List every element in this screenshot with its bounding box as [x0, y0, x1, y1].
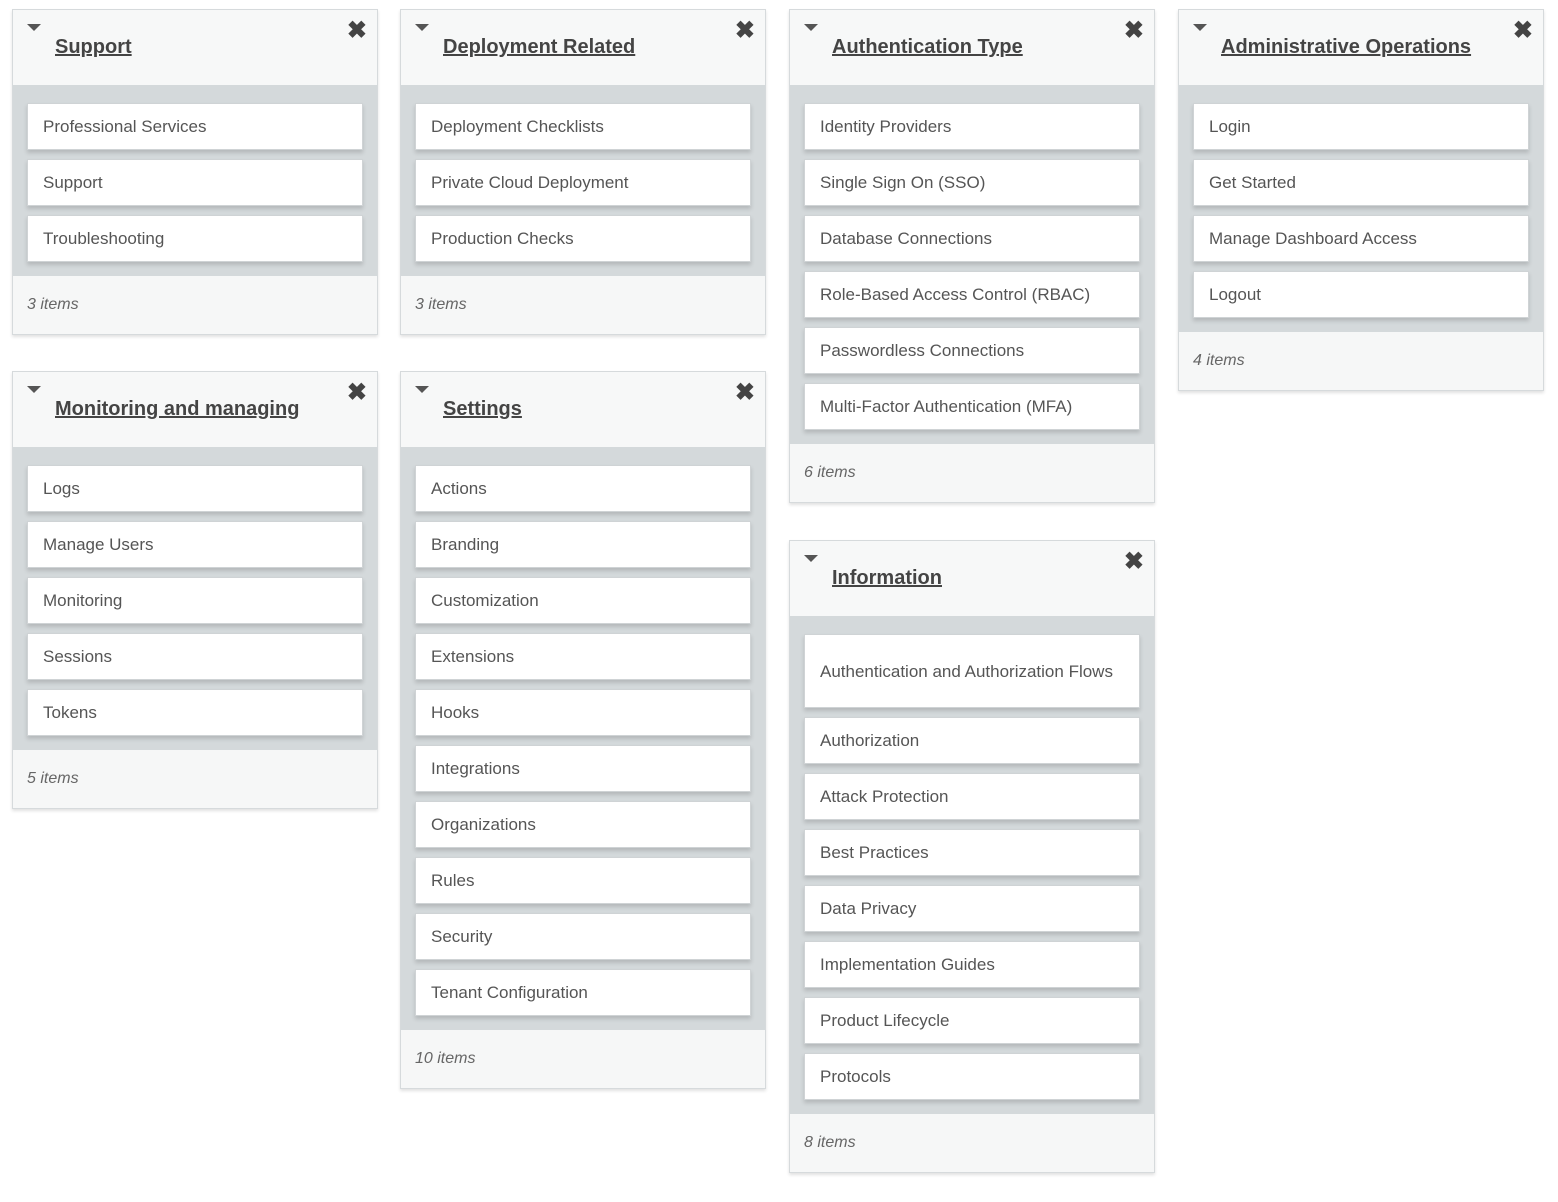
card-title[interactable]: Deployment Related: [443, 36, 635, 59]
caret-down-icon[interactable]: [27, 24, 41, 31]
list-item[interactable]: Tenant Configuration: [415, 969, 751, 1016]
category-card: Administrative Operations ✖ Login Get Sta…: [1178, 9, 1544, 391]
list-item[interactable]: Logs: [27, 465, 363, 512]
list-item[interactable]: Sessions: [27, 633, 363, 680]
category-card: Monitoring and managing ✖ Logs Manage Use…: [12, 371, 378, 809]
list-item[interactable]: Product Lifecycle: [804, 997, 1140, 1044]
card-items: Authentication and Authorization Flows Au…: [790, 616, 1154, 1114]
card-items: Deployment Checklists Private Cloud Deplo…: [401, 85, 765, 276]
list-item[interactable]: Authentication and Authorization Flows: [804, 634, 1140, 708]
category-card: Support ✖ Professional Services Support Tr…: [12, 9, 378, 335]
card-title[interactable]: Information: [832, 567, 942, 590]
item-count: 3 items: [27, 296, 79, 313]
list-item[interactable]: Manage Users: [27, 521, 363, 568]
category-card: Authentication Type ✖ Identity Providers…: [789, 9, 1155, 503]
card-items: Professional Services Support Troubleshoot…: [13, 85, 377, 276]
caret-down-icon[interactable]: [1193, 24, 1207, 31]
list-item[interactable]: Role-Based Access Control (RBAC): [804, 271, 1140, 318]
close-icon[interactable]: ✖: [1513, 16, 1533, 45]
caret-down-icon[interactable]: [804, 24, 818, 31]
list-item[interactable]: Private Cloud Deployment: [415, 159, 751, 206]
list-item[interactable]: Protocols: [804, 1053, 1140, 1100]
list-item[interactable]: Actions: [415, 465, 751, 512]
close-icon[interactable]: ✖: [347, 16, 367, 45]
list-item[interactable]: Production Checks: [415, 215, 751, 262]
list-item[interactable]: Login: [1193, 103, 1529, 150]
close-icon[interactable]: ✖: [735, 16, 755, 45]
category-card: Information ✖ Authentication and Authori…: [789, 540, 1155, 1173]
list-item[interactable]: Multi-Factor Authentication (MFA): [804, 383, 1140, 430]
item-count: 3 items: [415, 296, 467, 313]
list-item[interactable]: Single Sign On (SSO): [804, 159, 1140, 206]
list-item[interactable]: Tokens: [27, 689, 363, 736]
list-item[interactable]: Support: [27, 159, 363, 206]
item-count: 4 items: [1193, 352, 1245, 369]
list-item[interactable]: Troubleshooting: [27, 215, 363, 262]
close-icon[interactable]: ✖: [1124, 16, 1144, 45]
card-header: Authentication Type ✖: [790, 10, 1154, 85]
close-icon[interactable]: ✖: [735, 378, 755, 407]
category-card: Deployment Related ✖ Deployment Checklis…: [400, 9, 766, 335]
list-item[interactable]: Authorization: [804, 717, 1140, 764]
list-item[interactable]: Integrations: [415, 745, 751, 792]
list-item[interactable]: Rules: [415, 857, 751, 904]
caret-down-icon[interactable]: [804, 555, 818, 562]
card-items: Actions Branding Customization Extensions Ho…: [401, 447, 765, 1030]
category-card: Settings ✖ Actions Branding Customization E…: [400, 371, 766, 1089]
card-items: Login Get Started Manage Dashboard Access L…: [1179, 85, 1543, 332]
card-title[interactable]: Administrative Operations: [1221, 36, 1471, 59]
card-header: Information ✖: [790, 541, 1154, 616]
caret-down-icon[interactable]: [27, 386, 41, 393]
list-item[interactable]: Get Started: [1193, 159, 1529, 206]
card-header: Support ✖: [13, 10, 377, 85]
caret-down-icon[interactable]: [415, 24, 429, 31]
close-icon[interactable]: ✖: [347, 378, 367, 407]
card-title[interactable]: Settings: [443, 398, 522, 421]
item-count: 6 items: [804, 464, 856, 481]
list-item[interactable]: Security: [415, 913, 751, 960]
card-header: Monitoring and managing ✖: [13, 372, 377, 447]
close-icon[interactable]: ✖: [1124, 547, 1144, 576]
list-item[interactable]: Attack Protection: [804, 773, 1140, 820]
item-count: 8 items: [804, 1134, 856, 1151]
list-item[interactable]: Manage Dashboard Access: [1193, 215, 1529, 262]
card-header: Deployment Related ✖: [401, 10, 765, 85]
list-item[interactable]: Logout: [1193, 271, 1529, 318]
list-item[interactable]: Professional Services: [27, 103, 363, 150]
list-item[interactable]: Database Connections: [804, 215, 1140, 262]
item-count: 10 items: [415, 1050, 476, 1067]
list-item[interactable]: Extensions: [415, 633, 751, 680]
caret-down-icon[interactable]: [415, 386, 429, 393]
item-count: 5 items: [27, 770, 79, 787]
list-item[interactable]: Passwordless Connections: [804, 327, 1140, 374]
card-title[interactable]: Support: [55, 36, 132, 59]
card-header: Settings ✖: [401, 372, 765, 447]
list-item[interactable]: Customization: [415, 577, 751, 624]
list-item[interactable]: Organizations: [415, 801, 751, 848]
list-item[interactable]: Identity Providers: [804, 103, 1140, 150]
list-item[interactable]: Monitoring: [27, 577, 363, 624]
list-item[interactable]: Hooks: [415, 689, 751, 736]
card-items: Identity Providers Single Sign On (SSO) Da…: [790, 85, 1154, 444]
list-item[interactable]: Implementation Guides: [804, 941, 1140, 988]
card-title[interactable]: Monitoring and managing: [55, 398, 299, 421]
list-item[interactable]: Deployment Checklists: [415, 103, 751, 150]
card-header: Administrative Operations ✖: [1179, 10, 1543, 85]
list-item[interactable]: Branding: [415, 521, 751, 568]
card-title[interactable]: Authentication Type: [832, 36, 1023, 59]
list-item[interactable]: Data Privacy: [804, 885, 1140, 932]
card-items: Logs Manage Users Monitoring Sessions Tokens: [13, 447, 377, 750]
list-item[interactable]: Best Practices: [804, 829, 1140, 876]
